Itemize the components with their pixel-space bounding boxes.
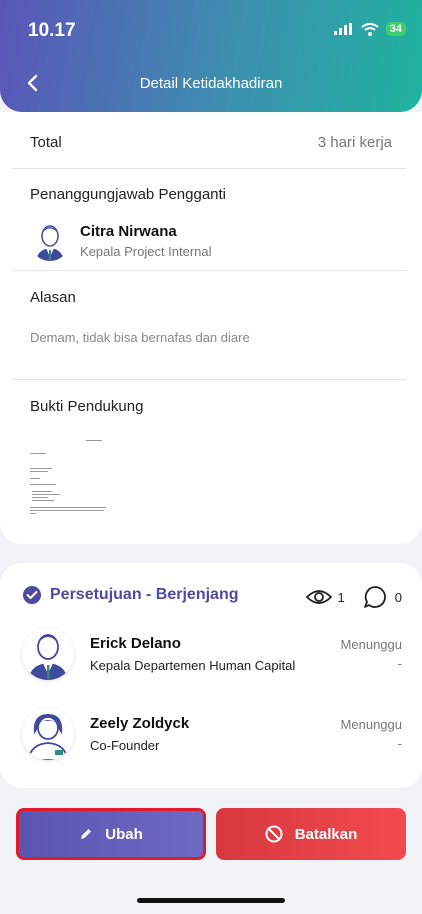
evidence-document-thumbnail[interactable]: [30, 434, 112, 530]
evidence-section: Bukti Pendukung: [30, 398, 392, 415]
reason-text: Demam, tidak bisa bernafas dan diare: [30, 330, 250, 345]
approval-title: Persetujuan - Berjenjang: [50, 586, 239, 603]
approver-item[interactable]: Erick Delano Kepala Departemen Human Cap…: [22, 628, 402, 680]
comments-count: 0: [394, 589, 402, 605]
edit-button-label: Ubah: [105, 825, 143, 843]
status-time: 10.17: [28, 20, 76, 41]
cancel-button[interactable]: Batalkan: [216, 808, 406, 860]
views-count: 1: [337, 589, 345, 605]
comment-icon: [363, 586, 386, 608]
wifi-icon: [361, 22, 379, 36]
avatar: [30, 221, 70, 261]
substitute-name: Citra Nirwana: [80, 223, 177, 240]
cancel-button-label: Batalkan: [294, 825, 358, 843]
substitute-role: Kepala Project Internal: [80, 244, 212, 259]
reason-label: Alasan: [30, 289, 76, 306]
substitute-person[interactable]: Citra Nirwana Kepala Project Internal: [30, 221, 392, 261]
page-title: Detail Ketidakhadiran: [139, 75, 283, 92]
check-circle-icon: [23, 586, 41, 604]
approver-role: Kepala Departemen Human Capital: [90, 658, 296, 673]
edit-button[interactable]: Ubah: [16, 808, 206, 860]
reason-section: Alasan Demam, tidak bisa bernafas dan di…: [30, 289, 392, 345]
approver-status: Menunggu: [340, 637, 402, 652]
male-avatar-icon: [30, 221, 70, 261]
total-row: Total 3 hari kerja: [30, 134, 392, 151]
detail-card: Total 3 hari kerja Penanggungjawab Pengg…: [0, 112, 422, 544]
approver-date: -: [397, 656, 402, 671]
eye-icon: [305, 590, 332, 604]
substitute-section: Penanggungjawab Pengganti Citra Nirwana …: [30, 186, 392, 261]
pencil-icon: [81, 829, 92, 839]
cancel-icon: [265, 825, 283, 843]
male-avatar-icon: [28, 634, 68, 680]
total-label: Total: [30, 134, 62, 151]
avatar: [22, 708, 74, 760]
views-button[interactable]: 1: [305, 588, 345, 606]
approver-date: -: [397, 736, 402, 751]
approver-name: Zeely Zoldyck: [90, 715, 190, 732]
approval-card: Persetujuan - Berjenjang 1 0 Erick Delan…: [0, 563, 422, 788]
home-indicator: [137, 898, 285, 903]
approver-name: Erick Delano: [90, 635, 181, 652]
status-icons: 34: [333, 22, 406, 36]
approver-role: Co-Founder: [90, 738, 160, 753]
substitute-label: Penanggungjawab Pengganti: [30, 186, 227, 203]
comments-button[interactable]: 0: [363, 585, 402, 609]
approver-item[interactable]: Zeely Zoldyck Co-Founder Menunggu -: [22, 708, 402, 760]
divider: [12, 168, 406, 169]
battery-indicator: 34: [385, 22, 406, 36]
divider: [12, 379, 406, 380]
signal-icon: [333, 23, 352, 35]
approval-counters: 1 0: [305, 585, 402, 609]
female-avatar-icon: [27, 714, 69, 760]
total-value: 3 hari kerja: [317, 134, 392, 151]
evidence-label: Bukti Pendukung: [30, 398, 144, 415]
approval-header: Persetujuan - Berjenjang: [22, 585, 239, 605]
divider: [12, 270, 406, 271]
avatar: [22, 628, 74, 680]
approver-status: Menunggu: [340, 717, 402, 732]
app-header: 10.17 34 Detail Ketidakhadiran: [0, 0, 422, 112]
